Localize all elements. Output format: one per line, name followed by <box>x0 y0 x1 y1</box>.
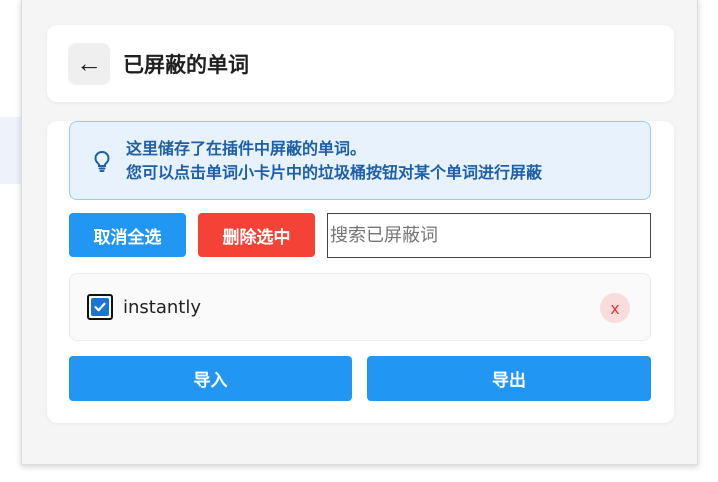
info-line-1: 这里储存了在插件中屏蔽的单词。 <box>126 138 367 158</box>
deselect-all-button[interactable]: 取消全选 <box>69 213 186 257</box>
lightbulb-icon <box>94 150 110 172</box>
page-title: 已屏蔽的单词 <box>123 52 249 77</box>
info-box: 这里储存了在插件中屏蔽的单词。 您可以点击单词小卡片中的垃圾桶按钮对某个单词进行… <box>69 121 651 200</box>
delete-selected-button[interactable]: 删除选中 <box>198 213 315 257</box>
word-list: instantly x <box>69 273 651 341</box>
checkmark-icon <box>91 298 109 316</box>
back-button[interactable]: ← <box>68 42 110 85</box>
footer-row: 导入 导出 <box>69 356 651 401</box>
word-text: instantly <box>123 296 201 318</box>
blocked-words-popup: ← 已屏蔽的单词 这里储存了在插件中屏蔽的单词。 您可以点击单词小卡片中的垃圾桶… <box>21 0 698 465</box>
import-button[interactable]: 导入 <box>69 356 352 401</box>
action-row: 取消全选 删除选中 <box>69 213 651 258</box>
search-input[interactable] <box>327 213 651 258</box>
back-arrow-icon: ← <box>76 48 102 78</box>
main-card: 这里储存了在插件中屏蔽的单词。 您可以点击单词小卡片中的垃圾桶按钮对某个单词进行… <box>47 121 674 423</box>
background-page-strip <box>0 117 22 184</box>
info-text: 这里储存了在插件中屏蔽的单词。 您可以点击单词小卡片中的垃圾桶按钮对某个单词进行… <box>126 137 542 185</box>
word-checkbox[interactable] <box>87 294 113 320</box>
info-line-2: 您可以点击单词小卡片中的垃圾桶按钮对某个单词进行屏蔽 <box>126 162 543 182</box>
list-item: instantly x <box>69 273 651 341</box>
remove-word-button[interactable]: x <box>600 293 630 323</box>
export-button[interactable]: 导出 <box>367 356 651 401</box>
header-card: ← 已屏蔽的单词 <box>47 25 674 102</box>
